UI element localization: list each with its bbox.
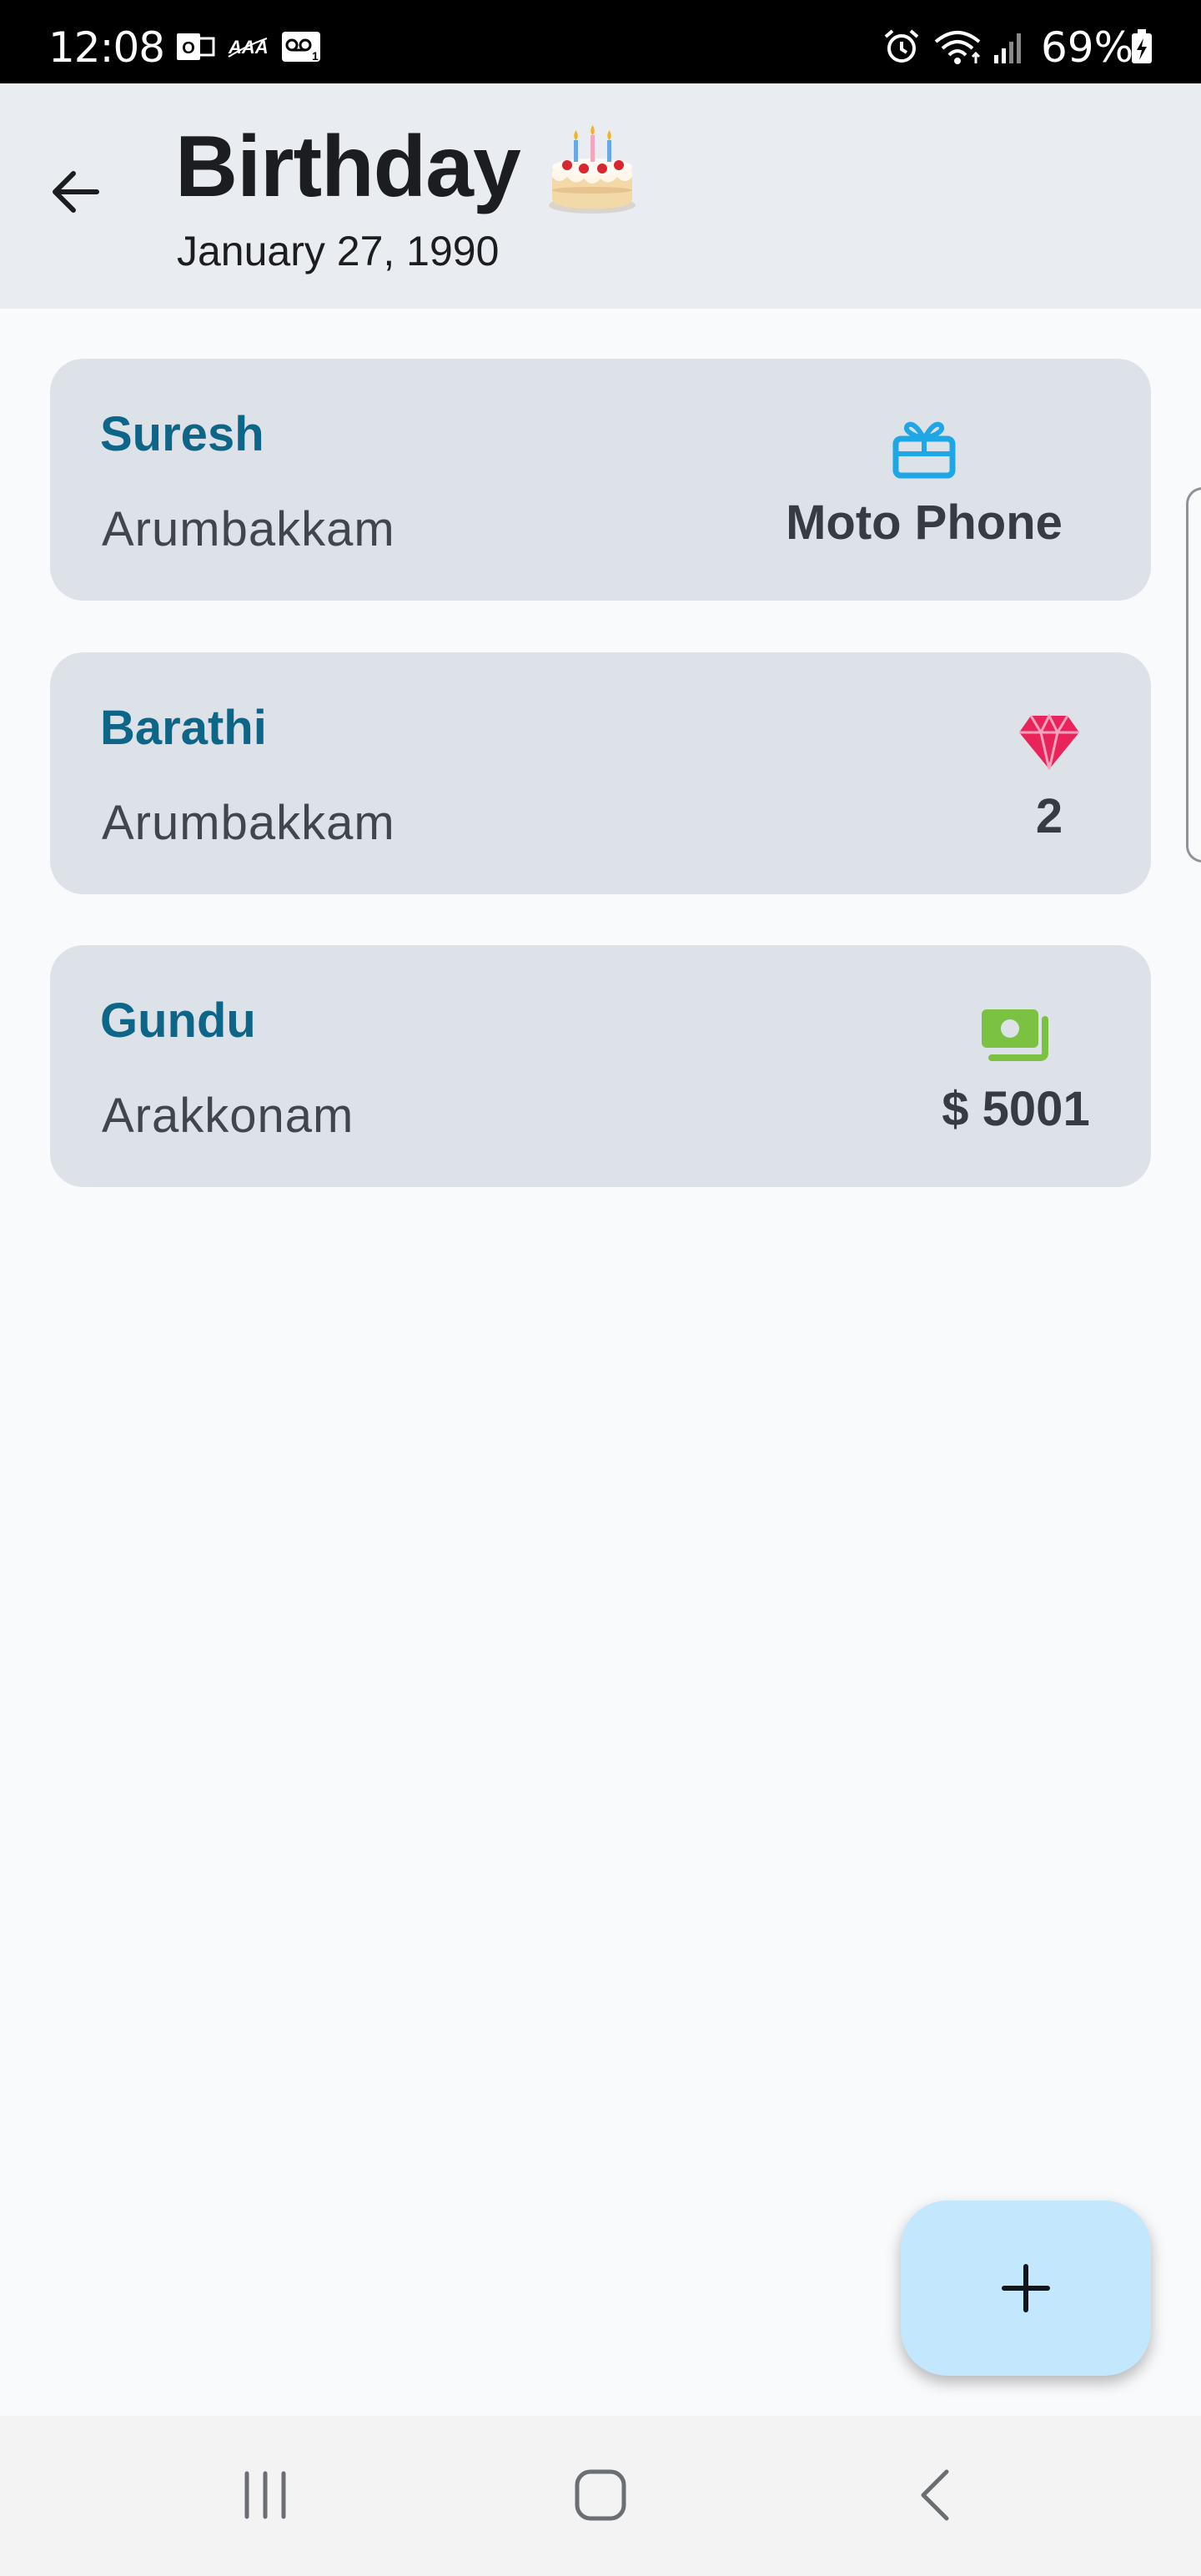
gift-value: Moto Phone xyxy=(786,496,1063,550)
battery-charging-icon xyxy=(1132,29,1152,63)
svg-text:1: 1 xyxy=(312,49,319,63)
status-time: 12:08 xyxy=(48,23,165,72)
person-location: Arumbakkam xyxy=(102,796,395,850)
person-name: Suresh xyxy=(100,407,264,461)
page-subtitle-date: January 27, 1990 xyxy=(177,228,500,274)
money-icon xyxy=(982,1009,1048,1061)
scroll-indicator[interactable] xyxy=(1186,487,1201,863)
title-row: Birthday xyxy=(175,118,639,215)
person-name: Barathi xyxy=(100,701,267,755)
gift-info: $ 5001 xyxy=(932,1002,1099,1134)
home-button[interactable] xyxy=(550,2449,651,2541)
nav-back-button[interactable] xyxy=(886,2449,986,2541)
gift-card[interactable]: Barathi Arumbakkam 2 xyxy=(50,652,1151,894)
gift-card[interactable]: Suresh Arumbakkam Moto Phone xyxy=(50,359,1151,601)
person-name: Gundu xyxy=(100,994,256,1048)
aaa-icon: AAA xyxy=(228,37,269,58)
gift-card[interactable]: Gundu Arakkonam $ 5001 xyxy=(50,945,1151,1187)
status-bar: 12:08 O AAA 1 69% xyxy=(0,0,1201,83)
add-gift-button[interactable] xyxy=(901,2201,1151,2376)
diamond-icon xyxy=(1019,714,1079,770)
recent-apps-icon xyxy=(244,2471,286,2519)
system-nav-bar xyxy=(0,2416,1201,2576)
plus-icon xyxy=(1002,2264,1050,2312)
person-location: Arakkonam xyxy=(102,1089,354,1143)
alarm-icon xyxy=(884,29,919,63)
arrow-back-icon xyxy=(53,171,99,213)
gift-value: $ 5001 xyxy=(942,1082,1090,1136)
wifi-icon xyxy=(934,31,981,64)
gift-value: 2 xyxy=(1035,789,1063,843)
page-title: Birthday xyxy=(175,118,521,215)
gift-icon xyxy=(892,421,956,479)
gift-info: Moto Phone xyxy=(749,415,1099,547)
home-icon xyxy=(575,2469,626,2521)
recent-apps-button[interactable] xyxy=(215,2449,315,2541)
person-location: Arumbakkam xyxy=(102,502,395,556)
signal-icon xyxy=(994,33,1021,63)
voicemail-icon: 1 xyxy=(282,32,320,63)
back-button[interactable] xyxy=(42,158,108,225)
gift-info: 2 xyxy=(999,709,1099,841)
outlook-icon: O xyxy=(177,33,215,60)
svg-text:O: O xyxy=(182,39,195,58)
back-icon xyxy=(921,2469,949,2521)
battery-percent: 69% xyxy=(1041,23,1134,72)
birthday-cake-icon xyxy=(548,125,636,214)
